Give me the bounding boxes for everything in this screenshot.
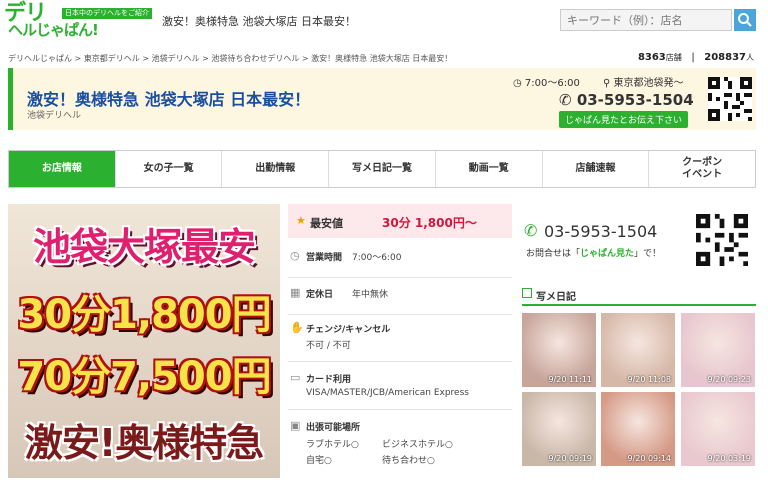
people-count: 208837: [704, 52, 746, 63]
tab-schedule[interactable]: 出勤情報: [222, 151, 330, 187]
search-input[interactable]: [560, 9, 732, 31]
count-separator: |: [691, 52, 695, 63]
diary-thumb[interactable]: 9/20 09:23: [681, 313, 755, 387]
change-value: 不可 / 不可: [306, 341, 351, 351]
shop-genre[interactable]: 池袋デリヘル: [27, 108, 81, 121]
info-card: ▭ カード利用 VISA/MASTER/JCB/American Express: [288, 372, 512, 410]
info-holiday: ▦ 定休日 年中無休: [288, 287, 512, 315]
shop-tabs: お店情報 女の子一覧 出勤情報 写メ日記一覧 動画一覧 店舗速報 クーポン イベ…: [8, 150, 756, 188]
diary-thumb[interactable]: 9/20 03:19: [681, 392, 755, 466]
diary-header: 写メ日記: [522, 284, 756, 306]
banner-line-4: 激安!奥様特急: [24, 421, 264, 465]
info-places: ▣ 出張可能場所 ラブホテル○ ビジネスホテル○ 自宅○ 待ち合わせ○: [288, 420, 512, 470]
shop-area: ⚲ 東京都池袋発〜: [603, 74, 684, 89]
search-button[interactable]: [734, 9, 756, 31]
diary-thumb[interactable]: 9/20 11:08: [601, 313, 675, 387]
shop-area-text: 東京都池袋発〜: [613, 78, 684, 89]
phone-note-badge: じゃぱん見たとお伝え下さい: [559, 111, 689, 128]
clock-icon: ◷: [290, 249, 300, 262]
tab-videos[interactable]: 動画一覧: [436, 151, 543, 187]
contact-phone[interactable]: 03-5953-1504: [544, 222, 657, 241]
shop-count-unit: 店舗: [665, 53, 682, 62]
card-icon: ▭: [290, 371, 301, 384]
info-change: ✋ チェンジ/キャンセル 不可 / 不可: [288, 322, 512, 362]
hours-label: 営業時間: [306, 253, 343, 263]
diary-thumb-time: 9/20 03:19: [707, 454, 751, 463]
header-title: 激安！奥様特急 池袋大塚店 日本最安！: [162, 15, 356, 28]
calendar-icon: ▦: [290, 286, 301, 299]
tab-coupon[interactable]: クーポン イベント: [649, 151, 755, 187]
shop-banner[interactable]: 池袋大塚最安 30分1,800円 70分7,500円 激安!奥様特急: [8, 204, 280, 478]
price-box: ★ 最安値 30分 1,800円〜: [288, 204, 512, 238]
phone-icon: ✆: [524, 221, 538, 240]
shop-phone[interactable]: ✆ 03-5953-1504: [559, 91, 694, 109]
diary-thumb-time: 9/20 09:23: [707, 375, 751, 384]
site-counts: 8363店舗 | 208837人: [638, 52, 754, 63]
star-icon: ★: [296, 214, 306, 227]
places-label: 出張可能場所: [306, 423, 361, 433]
breadcrumb[interactable]: デリヘルじゃぱん > 東京都デリヘル > 池袋デリヘル > 池袋待ち合わせデリヘ…: [8, 53, 452, 64]
info-hours: ◷ 営業時間 7:00〜6:00: [288, 250, 512, 278]
shop-count: 8363: [637, 52, 666, 63]
logo-tagline: 日本中のデリヘルをご紹介: [62, 8, 152, 19]
tab-shop-info[interactable]: お店情報: [9, 151, 116, 187]
change-label: チェンジ/キャンセル: [306, 325, 391, 335]
holiday-value: 年中無休: [352, 290, 389, 300]
diary-thumb[interactable]: 9/20 09:19: [522, 392, 596, 466]
car-icon: ▣: [290, 419, 301, 432]
diary-thumb[interactable]: 9/20 09:14: [601, 392, 675, 466]
tab-news[interactable]: 店舗速報: [543, 151, 650, 187]
place-item: 待ち合わせ○: [382, 456, 435, 466]
logo-sub: ヘルじゃぱん!: [8, 21, 99, 39]
card-label: カード利用: [306, 375, 352, 385]
place-item: ラブホテル○: [306, 440, 359, 450]
banner-line-1: 池袋大塚最安: [32, 225, 256, 269]
pin-icon: ⚲: [603, 78, 611, 89]
diary-icon: [522, 288, 532, 298]
banner-line-2: 30分1,800円: [17, 292, 271, 338]
people-count-unit: 人: [746, 53, 754, 62]
tab-diary-list[interactable]: 写メ日記一覧: [329, 151, 436, 187]
diary-thumb-time: 9/20 11:08: [627, 375, 671, 384]
price-value: 30分 1,800円〜: [382, 216, 477, 230]
card-value: VISA/MASTER/JCB/American Express: [306, 388, 469, 398]
qr-code-icon: [696, 214, 748, 266]
shop-phone-number: 03-5953-1504: [576, 91, 694, 109]
diary-thumb-time: 9/20 09:14: [627, 454, 671, 463]
contact-note-em: じゃぱん見た: [580, 249, 635, 259]
hours-value: 7:00〜6:00: [352, 253, 402, 263]
place-item: 自宅○: [306, 456, 332, 466]
contact-note-prefix: お問合せは「: [526, 249, 581, 259]
contact-note: お問合せは「じゃぱん見た」で！: [526, 246, 661, 259]
diary-title[interactable]: 写メ日記: [536, 288, 576, 303]
site-header: デリ 日本中のデリヘルをご紹介 ヘルじゃぱん! 激安！奥様特急 池袋大塚店 日本…: [0, 0, 768, 42]
contact-phone-number: 03-5953-1504: [544, 222, 658, 241]
hand-icon: ✋: [290, 321, 304, 334]
shop-name: 激安！奥様特急 池袋大塚店 日本最安！: [27, 90, 311, 109]
place-item: ビジネスホテル○: [382, 440, 453, 450]
banner-line-3: 70分7,500円: [17, 354, 271, 400]
diary-thumb[interactable]: 9/20 11:11: [522, 313, 596, 387]
clock-icon: ◷: [513, 78, 522, 89]
tab-girls[interactable]: 女の子一覧: [116, 151, 223, 187]
search-icon: [738, 13, 752, 27]
diary-thumb-time: 9/20 09:19: [548, 454, 592, 463]
price-label: 最安値: [310, 217, 343, 230]
holiday-label: 定休日: [306, 290, 334, 300]
shop-hours-text: 7:00〜6:00: [524, 78, 580, 89]
contact-note-suffix: 」で！: [634, 249, 662, 259]
diary-thumb-time: 9/20 11:11: [548, 375, 592, 384]
shop-hours: ◷ 7:00〜6:00: [513, 74, 580, 89]
shop-header: 激安！奥様特急 池袋大塚店 日本最安！ 池袋デリヘル ◷ 7:00〜6:00 ⚲…: [8, 68, 756, 130]
qr-code-icon: [708, 77, 752, 121]
phone-icon: ✆: [559, 91, 572, 109]
site-logo[interactable]: デリ 日本中のデリヘルをご紹介 ヘルじゃぱん!: [4, 3, 152, 39]
